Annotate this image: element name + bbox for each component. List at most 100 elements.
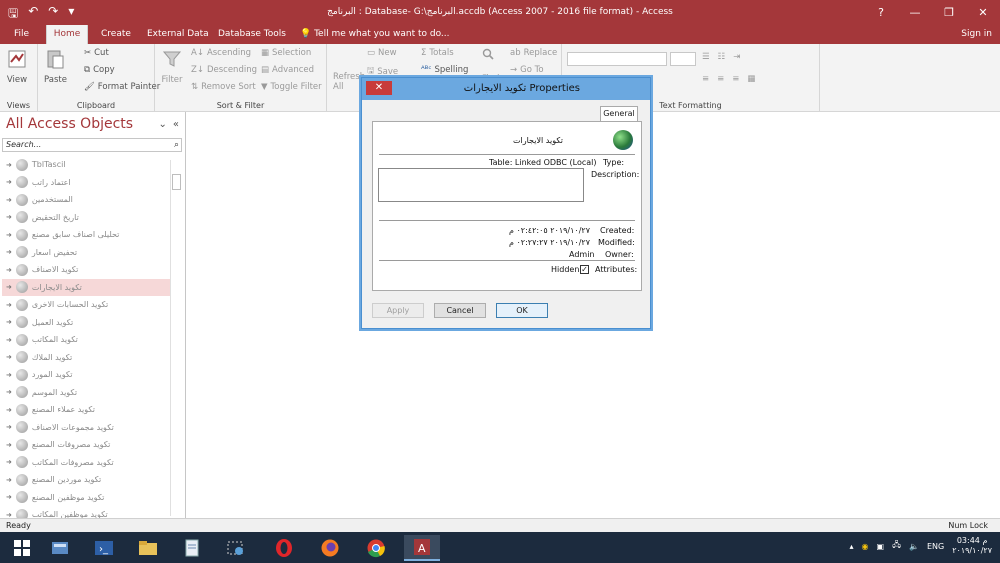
tab-database-tools[interactable]: Database Tools (218, 25, 286, 44)
nav-item[interactable]: ➜ تكويد مصروفات المكاتب (2, 454, 170, 472)
language-indicator[interactable]: ENG (927, 542, 944, 551)
taskbar-firefox[interactable] (314, 535, 346, 561)
nav-scrollbar[interactable] (170, 160, 182, 516)
minimize-button[interactable]: — (898, 0, 932, 25)
notification-icon[interactable]: ▣ (877, 542, 885, 551)
goto-button[interactable]: → Go To (510, 65, 544, 75)
taskbar-tool[interactable] (220, 535, 252, 561)
tab-external-data[interactable]: External Data (147, 25, 209, 44)
sign-in-link[interactable]: Sign in (961, 29, 992, 39)
globe-icon (15, 176, 28, 189)
gridlines-icon[interactable]: ▦ (747, 74, 755, 84)
nav-dropdown-icon[interactable]: ⌄ (158, 119, 166, 130)
search-icon[interactable]: ⌕ (174, 139, 179, 151)
nav-item[interactable]: ➜ تكويد مجموعات الاصناف (2, 419, 170, 437)
network-icon[interactable]: 🖧 (892, 539, 901, 553)
spelling-button[interactable]: ᴬᴮᶜ Spelling (421, 65, 468, 75)
tray-overflow-icon[interactable]: ▴ (850, 542, 854, 551)
nav-item[interactable]: ➜ تاريخ التحقيض (2, 209, 170, 227)
scissors-icon: ✂ (84, 48, 92, 58)
new-record-button[interactable]: ▭ New (367, 48, 397, 58)
tab-home[interactable]: Home (46, 25, 88, 44)
align-left-icon[interactable]: ≡ (702, 74, 709, 84)
nav-item[interactable]: ➜ تحليلى اصناف سابق مصنع (2, 226, 170, 244)
taskbar-access[interactable]: A (404, 535, 440, 561)
cut-label: Cut (94, 48, 109, 58)
tab-general[interactable]: General (600, 106, 638, 121)
nav-header[interactable]: All Access Objects (6, 116, 133, 132)
start-button[interactable] (6, 535, 38, 561)
descending-button[interactable]: Z↓ Descending (191, 65, 257, 75)
font-name-combo[interactable] (567, 52, 667, 66)
nav-item[interactable]: ➜ تكويد الايجارات (2, 278, 170, 296)
align-right-icon[interactable]: ≡ (732, 74, 739, 84)
network-status-icon[interactable]: ◉ (862, 542, 869, 551)
copy-button[interactable]: ⧉ Copy (84, 65, 115, 75)
restore-button[interactable]: ❐ (932, 0, 966, 25)
nav-item-label: تكويد الملاك (31, 352, 73, 362)
remove-sort-button[interactable]: ⇅ Remove Sort (191, 82, 256, 92)
numbering-icon[interactable]: ☷ (718, 52, 726, 62)
view-button[interactable]: View (6, 48, 28, 85)
ok-button[interactable]: OK (496, 303, 548, 318)
nav-item[interactable]: ➜ تكويد مصروفات المصنع (2, 436, 170, 454)
nav-item[interactable]: ➜ تكويد الاصناف (2, 261, 170, 279)
paste-button[interactable]: Paste (44, 48, 67, 85)
taskbar-server-manager[interactable] (44, 535, 76, 561)
selection-button[interactable]: ▦ Selection (261, 48, 311, 58)
volume-icon[interactable]: 🔈 (909, 542, 919, 551)
nav-item[interactable]: ➜ المستخدمين (2, 191, 170, 209)
taskbar-powershell[interactable]: ›_ (88, 535, 120, 561)
indent-icon[interactable]: ⇥ (733, 52, 740, 62)
nav-item[interactable]: ➜ TblTascil (2, 156, 170, 174)
advanced-button[interactable]: ▤ Advanced (261, 65, 314, 75)
taskbar-chrome[interactable] (360, 535, 392, 561)
taskbar-opera[interactable] (268, 535, 300, 561)
toggle-filter-label: Toggle Filter (270, 82, 322, 92)
nav-item[interactable]: ➜ تكويد الموسم (2, 384, 170, 402)
ascending-button[interactable]: A↓ Ascending (191, 48, 251, 58)
taskbar-notepad[interactable] (176, 535, 208, 561)
tell-me-search[interactable]: 💡 Tell me what you want to do... (300, 29, 450, 39)
nav-item[interactable]: ➜ تكويد موردين المصنع (2, 471, 170, 489)
nav-item[interactable]: ➜ تكويد عملاء المصنع (2, 401, 170, 419)
nav-item[interactable]: ➜ تكويد موظفين المصنع (2, 489, 170, 507)
nav-search-input[interactable]: Search... ⌕ (2, 138, 182, 152)
dialog-close-button[interactable]: ✕ (366, 81, 392, 95)
toggle-filter-button[interactable]: ▼ Toggle Filter (261, 82, 322, 92)
bullets-icon[interactable]: ☰ (702, 52, 710, 62)
description-field[interactable] (378, 168, 584, 202)
hidden-checkbox[interactable]: ✓ (580, 265, 589, 274)
align-center-icon[interactable]: ≡ (717, 74, 724, 84)
tab-file[interactable]: File (14, 25, 29, 44)
shutter-bar-close-icon[interactable]: « (173, 119, 179, 130)
totals-button[interactable]: Σ Totals (421, 48, 454, 58)
nav-item[interactable]: ➜ تكويد المورد (2, 366, 170, 384)
nav-item[interactable]: ➜ تحفيض اسعار (2, 244, 170, 262)
document-icon (185, 539, 199, 557)
nav-item[interactable]: ➜ اعتماد راتب (2, 174, 170, 192)
globe-icon (15, 298, 28, 311)
find-icon-button[interactable] (482, 48, 494, 60)
help-button[interactable]: ? (864, 0, 898, 25)
cancel-button[interactable]: Cancel (434, 303, 486, 318)
clock[interactable]: 03:44 م ٢٠١٩/١٠/٢٧ (952, 536, 992, 556)
nav-item[interactable]: ➜ تكويد الحسابات الاخرى (2, 296, 170, 314)
replace-button[interactable]: ab Replace (510, 48, 557, 58)
format-painter-button[interactable]: 🖌 Format Painter (84, 82, 160, 92)
nav-item[interactable]: ➜ تكويد المكاتب (2, 331, 170, 349)
filter-button[interactable]: Filter (161, 48, 183, 85)
taskbar-file-explorer[interactable] (132, 535, 164, 561)
nav-item[interactable]: ➜ تكويد الملاك (2, 349, 170, 367)
font-size-combo[interactable] (670, 52, 696, 66)
apply-button[interactable]: Apply (372, 303, 424, 318)
svg-text:›_: ›_ (99, 544, 109, 555)
nav-item[interactable]: ➜ تكويد موظفين المكاتب (2, 506, 170, 518)
close-button[interactable]: ✕ (966, 0, 1000, 25)
nav-object-list: ➜ TblTascil ➜ اعتماد راتب ➜ المستخدمين ➜ تاريخ … (2, 156, 170, 518)
nav-scrollbar-thumb[interactable] (172, 174, 181, 190)
tab-create[interactable]: Create (101, 25, 131, 44)
nav-item-label: اعتماد راتب (31, 177, 71, 187)
nav-item[interactable]: ➜ تكويد العميل (2, 314, 170, 332)
cut-button[interactable]: ✂ Cut (84, 48, 109, 58)
